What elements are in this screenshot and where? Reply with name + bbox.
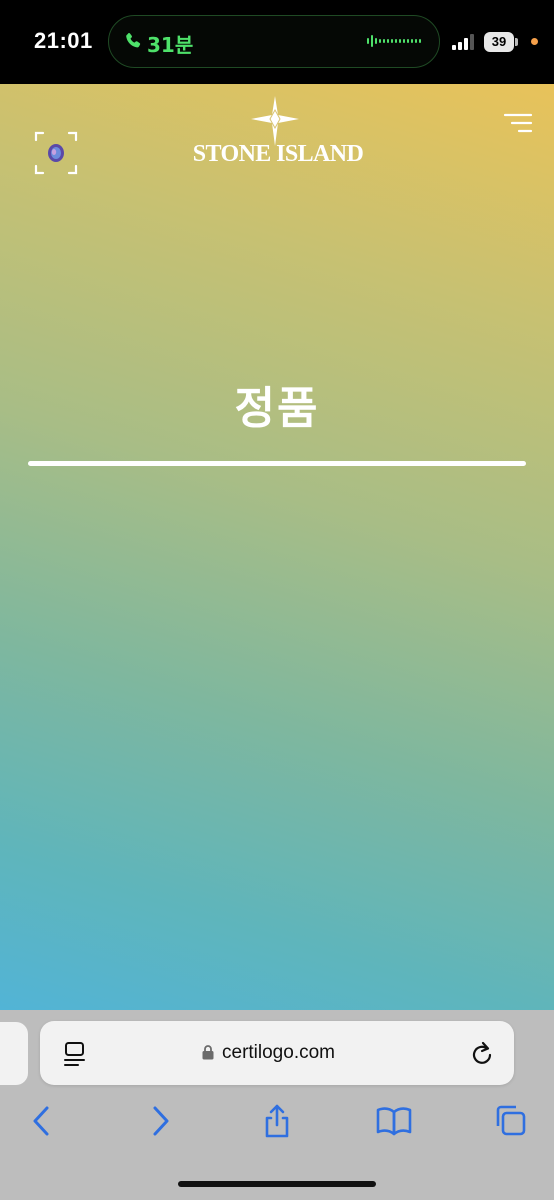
compass-star-icon: [251, 96, 299, 146]
brand-name: STONE ISLAND: [192, 141, 364, 167]
authenticity-result-heading: 정품: [234, 383, 320, 434]
battery-indicator: 39: [484, 32, 514, 52]
bookmarks-icon[interactable]: [376, 1104, 412, 1138]
url-text: certilogo.com: [222, 1042, 335, 1063]
browser-toolbar: certilogo.com: [0, 1010, 554, 1200]
address-bar[interactable]: certilogo.com: [40, 1021, 514, 1085]
previous-tab-preview[interactable]: [0, 1022, 28, 1085]
battery-cap: [515, 38, 518, 46]
home-indicator[interactable]: [178, 1181, 376, 1187]
status-time: 21:01: [34, 28, 93, 53]
call-duration: 31분: [147, 33, 194, 57]
reader-view-icon[interactable]: [63, 1041, 87, 1067]
dynamic-island-call[interactable]: 31분: [108, 15, 440, 68]
web-page: STONE ISLAND 정품: [0, 84, 554, 1010]
audio-waveform-icon: [367, 35, 421, 47]
reload-icon[interactable]: [471, 1041, 495, 1067]
camera-scan-icon[interactable]: [34, 131, 78, 175]
status-bar: 21:01 31분 39: [0, 0, 554, 84]
privacy-indicator-dot: [531, 38, 538, 45]
lock-icon: [202, 1045, 214, 1060]
back-icon[interactable]: [30, 1104, 52, 1138]
hamburger-menu-icon[interactable]: [503, 112, 533, 134]
cellular-signal-icon: [452, 34, 474, 50]
tabs-icon[interactable]: [494, 1104, 528, 1138]
brand-logo[interactable]: STONE ISLAND: [190, 96, 366, 168]
heading-divider: [28, 461, 526, 466]
phone-icon: [126, 32, 141, 48]
forward-icon[interactable]: [150, 1104, 172, 1138]
share-icon[interactable]: [262, 1104, 292, 1138]
